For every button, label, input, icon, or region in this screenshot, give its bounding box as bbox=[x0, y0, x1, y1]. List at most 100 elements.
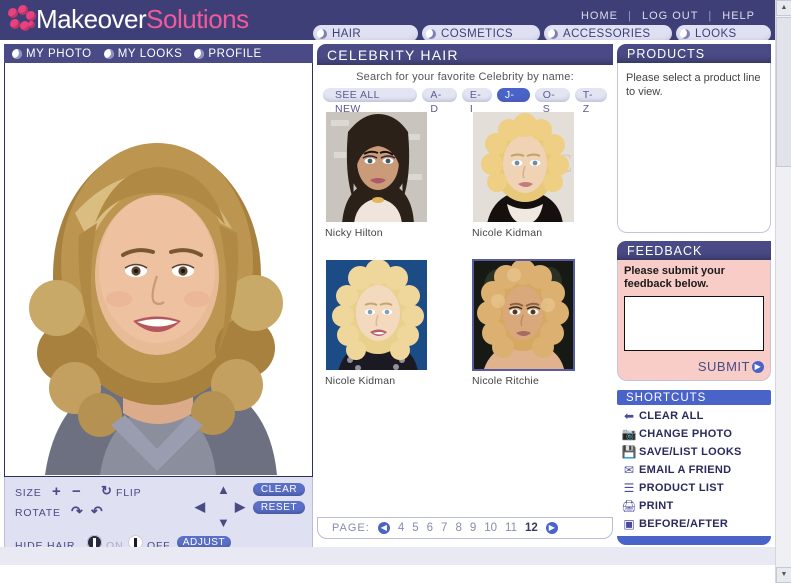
filter-a-d[interactable]: A-D bbox=[422, 88, 457, 115]
content-frame: MY PHOTO MY LOOKS PROFILE SIZE + − ↻ FLI… bbox=[0, 40, 775, 565]
celebrity-thumbnail[interactable] bbox=[472, 259, 575, 371]
nicole-kidman-photo-2 bbox=[326, 260, 427, 370]
move-dpad: ▲ ◀ ▶ ▼ bbox=[195, 483, 247, 529]
makeover-solutions-app: MakeoverSolutions HOME | LOG OUT | HELP … bbox=[0, 0, 791, 583]
shortcut-change-photo[interactable]: 📷 CHANGE PHOTO bbox=[619, 425, 771, 443]
nicole-ritchie-photo bbox=[474, 261, 573, 369]
scroll-up-button[interactable]: ▲ bbox=[776, 0, 791, 16]
celebrity-card-selected[interactable]: Nicole Ritchie bbox=[472, 259, 575, 387]
size-decrease-button[interactable]: − bbox=[72, 483, 81, 500]
nav-tab-label: ACCESSORIES bbox=[563, 27, 651, 40]
scroll-down-button[interactable]: ▼ bbox=[776, 567, 791, 583]
shortcuts-footer-bar bbox=[617, 536, 771, 545]
products-title: PRODUCTS bbox=[617, 44, 771, 63]
celebrity-thumbnail[interactable] bbox=[325, 259, 428, 371]
shortcuts-title: SHORTCUTS bbox=[617, 390, 771, 405]
brand-name-part2: Solutions bbox=[146, 4, 249, 34]
link-separator-2: | bbox=[708, 10, 713, 22]
shortcut-before-after[interactable]: ▣ BEFORE/AFTER bbox=[619, 515, 771, 533]
page-5[interactable]: 5 bbox=[412, 522, 418, 534]
page-8[interactable]: 8 bbox=[455, 522, 461, 534]
move-right-icon[interactable]: ▶ bbox=[235, 500, 245, 513]
tab-bullet-icon bbox=[317, 28, 327, 39]
celebrity-card[interactable]: C bbox=[472, 111, 575, 239]
nicky-hilton-photo bbox=[326, 112, 427, 222]
camera-icon: 📷 bbox=[621, 427, 637, 441]
pagination-next-icon[interactable]: ▶ bbox=[545, 522, 558, 534]
top-utility-links: HOME | LOG OUT | HELP bbox=[581, 10, 755, 22]
celebrity-card[interactable]: Nicky Hilton bbox=[325, 111, 428, 239]
products-empty-message: Please select a product line to view. bbox=[626, 72, 761, 98]
shortcut-label: PRINT bbox=[639, 500, 674, 512]
tab-bullet-icon bbox=[680, 28, 690, 39]
feedback-section: FEEDBACK Please submit your feedback bel… bbox=[617, 241, 771, 381]
tab-bullet-icon bbox=[103, 48, 114, 59]
tab-profile[interactable]: PROFILE bbox=[194, 48, 261, 60]
pagination-prev-icon[interactable]: ◀ bbox=[377, 522, 390, 534]
celebrity-thumbnail[interactable]: C bbox=[472, 111, 575, 223]
filter-j-n[interactable]: J-N bbox=[496, 88, 530, 115]
pagination-bar: PAGE: ◀ 4 5 6 7 8 9 10 11 12 ▶ bbox=[317, 517, 613, 539]
tab-bullet-icon bbox=[12, 48, 22, 59]
products-body: Please select a product line to view. bbox=[617, 63, 771, 233]
page-4[interactable]: 4 bbox=[398, 522, 404, 534]
tab-my-photo[interactable]: MY PHOTO bbox=[12, 48, 92, 60]
size-label: SIZE bbox=[15, 487, 42, 499]
shortcut-label: PRODUCT LIST bbox=[639, 482, 724, 494]
shortcut-save-list-looks[interactable]: 💾 SAVE/LIST LOOKS bbox=[619, 443, 771, 461]
page-6[interactable]: 6 bbox=[427, 522, 433, 534]
move-up-icon[interactable]: ▲ bbox=[217, 483, 230, 496]
filter-t-z[interactable]: T-Z bbox=[574, 88, 607, 115]
celebrity-hair-title: CELEBRITY HAIR bbox=[317, 44, 613, 65]
nav-tab-label: LOOKS bbox=[695, 27, 737, 40]
celebrity-card[interactable]: Nicole Kidman bbox=[325, 259, 428, 387]
top-brand-bar: MakeoverSolutions HOME | LOG OUT | HELP … bbox=[0, 0, 775, 42]
shortcut-clear-all[interactable]: ⬅ CLEAR ALL bbox=[619, 407, 771, 425]
logout-link[interactable]: LOG OUT bbox=[642, 10, 698, 22]
back-arrow-icon: ⬅ bbox=[623, 409, 635, 423]
tab-my-looks[interactable]: MY LOOKS bbox=[103, 48, 183, 60]
rotate-right-icon[interactable]: ↷ bbox=[71, 503, 83, 520]
filter-e-i[interactable]: E-I bbox=[461, 88, 492, 115]
nicole-kidman-photo-1: C bbox=[473, 112, 574, 222]
bottom-strip bbox=[0, 547, 775, 565]
floppy-disk-icon: 💾 bbox=[621, 445, 637, 459]
tab-label: MY PHOTO bbox=[26, 47, 92, 60]
shortcut-label: CHANGE PHOTO bbox=[639, 428, 733, 440]
page-7[interactable]: 7 bbox=[441, 522, 447, 534]
celebrity-name: Nicole Kidman bbox=[472, 227, 543, 239]
celebrity-thumbnail[interactable] bbox=[325, 111, 428, 223]
page-12-current[interactable]: 12 bbox=[525, 522, 538, 534]
compare-icon: ▣ bbox=[623, 517, 635, 531]
page-11[interactable]: 11 bbox=[505, 522, 517, 534]
filter-see-all-new[interactable]: SEE ALL NEW bbox=[323, 88, 418, 115]
filter-o-s[interactable]: O-S bbox=[534, 88, 570, 115]
flip-icon[interactable]: ↻ bbox=[101, 483, 112, 499]
size-increase-button[interactable]: + bbox=[52, 483, 61, 500]
scrollbar-thumb[interactable] bbox=[776, 17, 791, 167]
help-link[interactable]: HELP bbox=[722, 10, 755, 22]
shortcut-label: EMAIL A FRIEND bbox=[639, 464, 732, 476]
shortcut-label: BEFORE/AFTER bbox=[639, 518, 729, 530]
move-down-icon[interactable]: ▼ bbox=[217, 516, 230, 529]
user-photo-canvas[interactable] bbox=[4, 63, 313, 477]
move-left-icon[interactable]: ◀ bbox=[195, 500, 205, 513]
page-9[interactable]: 9 bbox=[470, 522, 476, 534]
photo-panel-tabs: MY PHOTO MY LOOKS PROFILE bbox=[4, 44, 313, 63]
brand-logo[interactable]: MakeoverSolutions bbox=[6, 4, 249, 34]
shortcut-print[interactable]: 🖨 PRINT bbox=[619, 497, 771, 515]
feedback-submit-button[interactable]: SUBMIT ▶ bbox=[624, 359, 764, 374]
list-icon: ☰ bbox=[623, 481, 635, 495]
page-10[interactable]: 10 bbox=[484, 522, 497, 534]
reset-button[interactable]: RESET bbox=[253, 501, 305, 514]
clear-button[interactable]: CLEAR bbox=[253, 483, 305, 496]
home-link[interactable]: HOME bbox=[581, 10, 618, 22]
link-separator-1: | bbox=[628, 10, 632, 22]
page-scrollbar[interactable]: ▲ ▼ bbox=[775, 0, 791, 583]
shortcut-email-a-friend[interactable]: ✉ EMAIL A FRIEND bbox=[619, 461, 771, 479]
shortcut-product-list[interactable]: ☰ PRODUCT LIST bbox=[619, 479, 771, 497]
nav-tab-label: HAIR bbox=[332, 27, 362, 40]
rotate-left-icon[interactable]: ↶ bbox=[91, 503, 103, 520]
feedback-textarea[interactable] bbox=[624, 296, 764, 351]
feedback-body: Please submit your feedback below. SUBMI… bbox=[617, 260, 771, 381]
